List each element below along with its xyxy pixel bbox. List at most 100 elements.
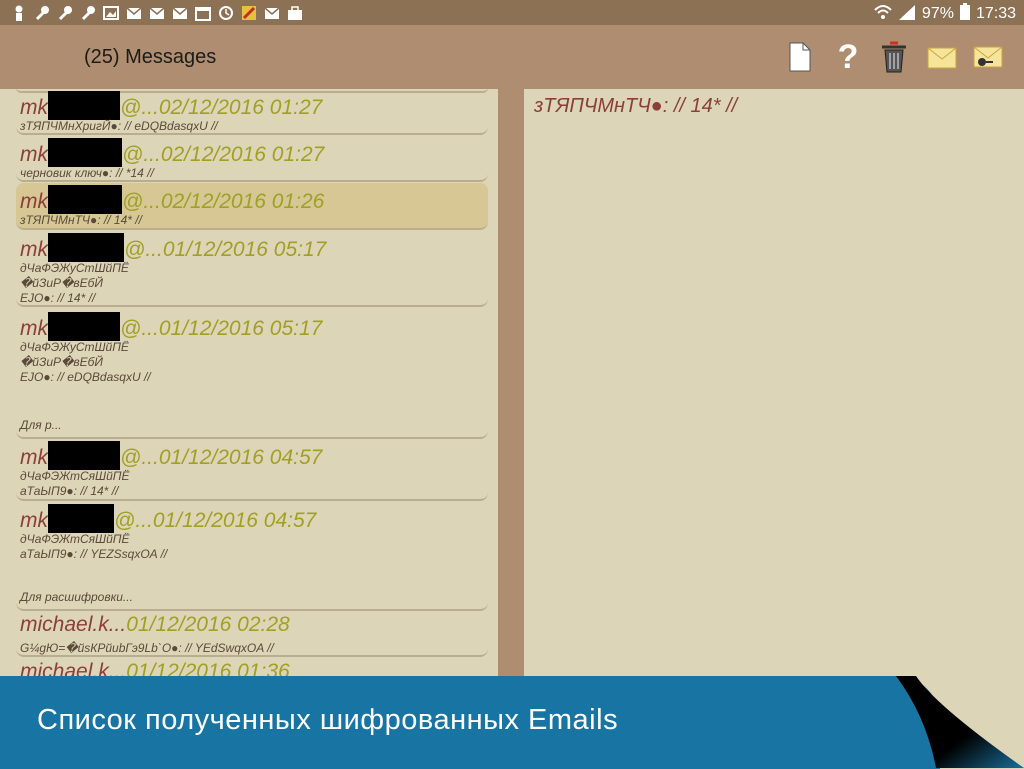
preview-line: дЧаФЭЖуСтШйПЁ <box>20 340 129 354</box>
message-date: 01/12/2016 02:28 <box>126 613 290 636</box>
caption-banner: Список полученных шифрованных Emails <box>0 676 940 769</box>
message-date: 01/12/2016 04:57 <box>152 509 317 532</box>
message-preview: дЧаФЭЖуСтШйПЁ �йЗиР�вЕбЙ EJO●: // eDQBda… <box>20 340 151 385</box>
message-header: mk @...02/12/2016 01:26 <box>20 185 324 214</box>
message-preview: дЧаФЭЖтСяШйПЁ аТаЫП9●: // YEZSsqxOA // <box>20 532 167 562</box>
banner-text: Список полученных шифрованных Emails <box>37 704 619 736</box>
message-header: michael.k...01/12/2016 02:28 <box>20 613 290 637</box>
message-sender: mk <box>20 143 48 166</box>
delete-button[interactable] <box>876 39 912 75</box>
signal-icon <box>898 4 916 25</box>
message-row[interactable]: michael.k...01/12/2016 02:28 G¼gЮ=�йsКРй… <box>16 611 488 657</box>
message-row[interactable]: mk @...02/12/2016 01:27 черновик ключ●: /… <box>16 136 488 182</box>
status-right: 97% 17:33 <box>874 3 1016 25</box>
message-preview: зТЯПЧМнХригЙ●: // eDQBdasqxU // <box>20 119 218 133</box>
redaction-block <box>48 91 120 120</box>
mail-icon <box>927 47 957 69</box>
help-button[interactable]: ? <box>830 37 866 76</box>
message-row[interactable]: mk @...01/12/2016 05:17 дЧаФЭЖуСтШйПЁ �йЗ… <box>16 310 488 386</box>
status-bar: 97% 17:33 <box>0 0 1024 25</box>
battery-level: 97% <box>921 5 954 22</box>
message-date: 01/12/2016 05:17 <box>162 238 327 261</box>
message-date: 02/12/2016 01:27 <box>158 96 323 119</box>
message-sender: mk <box>20 509 48 532</box>
message-sender-domain: @... <box>122 143 161 166</box>
app-icon <box>240 4 257 21</box>
wrench-icon <box>33 4 50 21</box>
preview-line: дЧаФЭЖуСтШйПЁ <box>20 261 129 275</box>
wrench-icon <box>79 4 96 21</box>
pane-divider[interactable] <box>498 89 524 768</box>
message-sender: mk <box>20 96 48 119</box>
notification-icons <box>10 4 303 21</box>
redaction-block <box>48 312 120 341</box>
person-icon <box>10 4 27 21</box>
message-preview: G¼gЮ=�йsКРйиbГэ9Lb`O●: // YEdSwqxOA // <box>20 641 274 655</box>
mail-icon <box>148 4 165 21</box>
message-date: 02/12/2016 01:27 <box>160 143 325 166</box>
new-document-icon <box>789 42 811 72</box>
message-date: 01/12/2016 04:57 <box>158 446 323 469</box>
calendar-icon <box>194 4 211 21</box>
message-list[interactable]: mk @...02/12/2016 01:27 зТЯПЧМнХригЙ●: //… <box>0 89 498 768</box>
message-sender: mk <box>20 190 48 213</box>
message-preview: дЧаФЭЖуСтШйПЁ �йЗиР�вЕбЙ EJO●: // 14* // <box>20 261 129 306</box>
page-title: (25) Messages <box>84 46 217 68</box>
message-header: mk @...01/12/2016 04:57 <box>20 441 322 470</box>
mail-button[interactable] <box>924 39 960 75</box>
encrypted-mail-button[interactable] <box>970 39 1006 75</box>
battery-icon <box>959 3 970 25</box>
message-sender-domain: @... <box>120 96 159 119</box>
image-icon <box>102 4 119 21</box>
preview-line: �йЗиР�вЕбЙ <box>20 355 103 369</box>
message-sender: michael.k... <box>20 613 127 636</box>
clock-icon <box>217 4 234 21</box>
preview-line: аТаЫП9●: // 14* // <box>20 484 119 498</box>
redaction-block <box>48 185 122 214</box>
preview-line: дЧаФЭЖтСяШйПЁ <box>20 469 130 483</box>
redaction-block <box>48 504 114 533</box>
delete-icon <box>882 41 906 73</box>
message-sender-domain: @... <box>122 190 161 213</box>
message-header: mk @...01/12/2016 04:57 <box>20 504 316 533</box>
wrench-icon <box>56 4 73 21</box>
group-header: Для р... <box>16 417 488 439</box>
message-preview: черновик ключ●: // *14 // <box>20 166 154 180</box>
message-row[interactable]: mk @...02/12/2016 01:27 зТЯПЧМнХригЙ●: //… <box>16 89 488 135</box>
mail-key-icon <box>973 46 1003 68</box>
page-curl-icon <box>896 676 1024 768</box>
mail-icon <box>263 4 280 21</box>
message-sender-domain: @... <box>124 238 163 261</box>
help-icon: ? <box>837 37 859 76</box>
message-row[interactable]: mk @...01/12/2016 04:57 дЧаФЭЖтСяШйПЁ аТа… <box>16 502 488 566</box>
message-date: 02/12/2016 01:26 <box>160 190 325 213</box>
message-header: mk @...01/12/2016 05:17 <box>20 312 322 341</box>
message-sender: mk <box>20 446 48 469</box>
message-sender-domain: @... <box>120 317 159 340</box>
message-header: mk @...01/12/2016 05:17 <box>20 233 326 262</box>
message-subject: зТЯПЧМнТЧ●: // 14* // <box>534 95 738 117</box>
preview-line: EJO●: // eDQBdasqxU // <box>20 370 151 384</box>
wifi-icon <box>874 4 892 25</box>
message-sender-domain: @... <box>120 446 159 469</box>
message-header: mk @...02/12/2016 01:27 <box>20 138 324 167</box>
briefcase-icon <box>286 4 303 21</box>
group-header: Для расшифровки... <box>16 589 488 611</box>
preview-line: �йЗиР�вЕбЙ <box>20 276 103 290</box>
new-document-button[interactable] <box>782 39 818 75</box>
message-sender: mk <box>20 238 48 261</box>
preview-line: аТаЫП9●: // YEZSsqxOA // <box>20 547 168 561</box>
message-date: 01/12/2016 05:17 <box>158 317 323 340</box>
redaction-block <box>48 233 124 262</box>
clock-time: 17:33 <box>975 5 1016 22</box>
message-sender-domain: @... <box>114 509 153 532</box>
message-row[interactable]: mk @...01/12/2016 04:57 дЧаФЭЖтСяШйПЁ аТа… <box>16 439 488 501</box>
mail-icon <box>171 4 188 21</box>
message-header: mk @...02/12/2016 01:27 <box>20 91 322 120</box>
mail-icon <box>125 4 142 21</box>
message-sender: mk <box>20 317 48 340</box>
message-row-selected[interactable]: mk @...02/12/2016 01:26 зТЯПЧМнТЧ●: // 14… <box>16 183 488 230</box>
redaction-block <box>48 441 120 470</box>
redaction-block <box>48 138 122 167</box>
message-row[interactable]: mk @...01/12/2016 05:17 дЧаФЭЖуСтШйПЁ �йЗ… <box>16 231 488 307</box>
